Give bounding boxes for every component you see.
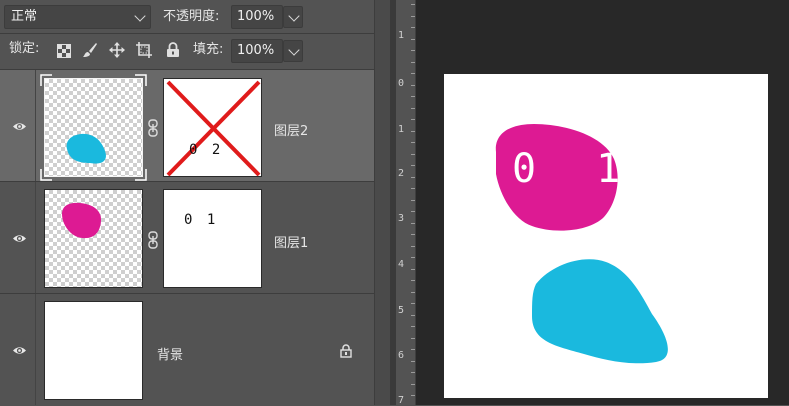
mask-text: 0 2 [189,142,224,158]
artboard-icon[interactable] [136,42,153,58]
ruler-tick [411,73,415,74]
canvas-text: 0 1 [512,146,639,192]
layer-name[interactable]: 背景 [157,344,183,363]
fill-input[interactable]: 100% [231,39,283,63]
ruler-tick [411,4,415,5]
lock-label: 锁定: [9,41,40,56]
chevron-down-icon [134,10,146,22]
ruler-tick [411,395,415,396]
layer-name[interactable]: 图层2 [274,120,308,139]
layer-row-background[interactable]: 背景 [0,294,374,405]
ruler-tick [411,361,415,362]
brush-icon[interactable] [82,42,98,58]
ruler-tick [411,119,415,120]
ruler-tick [411,315,415,316]
ruler-label: 2 [398,168,405,179]
ruler-label: 0 [398,78,405,89]
ruler-tick [411,188,415,189]
magenta-blob-thumbnail [62,202,102,239]
ruler-tick [411,16,415,17]
opacity-input[interactable]: 100% [231,5,283,29]
layer-name[interactable]: 图层1 [274,232,308,251]
ruler-tick [411,177,415,178]
selection-corners [40,74,147,181]
ruler-tick [411,27,415,28]
eye-icon[interactable] [12,231,27,246]
ruler-tick [411,372,415,373]
eye-icon[interactable] [12,119,27,134]
opacity-label: 不透明度: [163,9,220,24]
layers-panel: 正常 不透明度: 100% 锁定: 填充: 100% 0 2 图层2 0 1 图… [0,0,374,405]
ruler-tick [411,384,415,385]
layer-row-1[interactable]: 0 1 图层1 [0,182,374,293]
ruler-tick [411,234,415,235]
ruler-tick [411,303,415,304]
ruler-tick [411,257,415,258]
ruler-label: 1 [398,30,405,41]
mask-text: 0 1 [184,212,219,228]
ruler-tick [411,39,415,40]
ruler-label: 5 [398,305,405,316]
eye-icon[interactable] [12,343,27,358]
cyan-blob [532,259,668,364]
ruler-tick [411,96,415,97]
ruler-tick [411,165,415,166]
canvas-area[interactable]: 0 1 [416,0,789,405]
link-icon[interactable] [147,119,159,137]
chevron-down-icon [288,10,300,22]
opacity-dropdown-button[interactable] [283,6,303,28]
fill-dropdown-button[interactable] [283,40,303,62]
fill-label: 填充: [193,42,224,57]
layer-mask-thumbnail[interactable]: 0 2 [163,78,262,177]
ruler-tick [411,326,415,327]
link-icon[interactable] [147,231,159,249]
layers-scrollbar[interactable] [374,0,390,405]
lock-icon [340,344,352,358]
ruler-tick [411,246,415,247]
lock-all-icon[interactable] [166,42,180,58]
ruler-label: 1 [398,124,405,135]
ruler-tick [411,269,415,270]
ruler-tick [411,200,415,201]
ruler-tick [411,349,415,350]
ruler-tick [411,154,415,155]
ruler-tick [411,223,415,224]
blend-mode-value: 正常 [11,9,38,24]
vertical-ruler: 1 0 1 2 3 4 5 6 7 [396,0,416,406]
layer-row-2[interactable]: 0 2 图层2 [0,70,374,181]
canvas-artwork [495,124,668,364]
ruler-tick [411,211,415,212]
move-icon[interactable] [109,42,125,58]
ruler-tick [411,108,415,109]
document-canvas[interactable]: 0 1 [444,74,768,398]
ruler-tick [411,85,415,86]
layer-mask-thumbnail[interactable]: 0 1 [163,189,262,288]
blend-mode-select[interactable]: 正常 [4,5,151,29]
chevron-down-icon [288,44,300,56]
ruler-label: 3 [398,213,405,224]
ruler-tick [411,50,415,51]
ruler-label: 6 [398,350,405,361]
ruler-tick [411,131,415,132]
lock-transparent-pixels-icon[interactable] [57,44,71,58]
ruler-tick [411,338,415,339]
layer-thumbnail[interactable] [44,189,143,288]
toolbar-divider [0,33,374,34]
ruler-tick [411,142,415,143]
ruler-tick [411,62,415,63]
ruler-tick [411,280,415,281]
ruler-label: 4 [398,259,405,270]
ruler-tick [411,292,415,293]
ruler-label: 7 [398,395,405,406]
red-cross-mark [166,80,261,176]
layer-thumbnail[interactable] [44,301,143,400]
